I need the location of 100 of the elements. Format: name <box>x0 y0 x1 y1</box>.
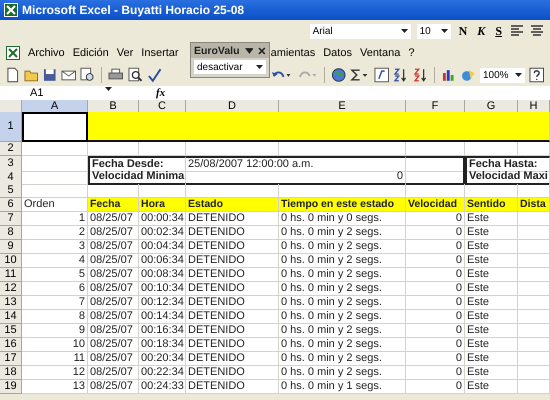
folder-icon[interactable] <box>24 68 39 82</box>
column-header[interactable]: E <box>279 100 406 113</box>
row-header[interactable]: 14 <box>0 310 22 324</box>
row-header[interactable]: 8 <box>0 226 22 240</box>
table-cell: 00:06:34 <box>139 254 186 268</box>
zoom-dropdown[interactable]: 100% <box>480 68 525 82</box>
table-cell: Este <box>465 254 518 268</box>
row-header[interactable]: 19 <box>0 380 22 394</box>
caret-down-icon <box>514 73 522 77</box>
filter-value: 25/08/2007 12:00:00 a.m. <box>188 158 314 170</box>
row-header[interactable]: 17 <box>0 352 22 366</box>
name-box[interactable]: A1 <box>0 87 116 99</box>
row-header[interactable]: 15 <box>0 324 22 338</box>
envelope-icon[interactable] <box>60 68 76 82</box>
format-button[interactable]: K <box>475 24 488 38</box>
table-cell: DETENIDO <box>186 254 279 268</box>
row-header[interactable]: 12 <box>0 282 22 296</box>
empty-cell <box>518 352 550 366</box>
empty-cell <box>518 254 550 268</box>
function-icon[interactable] <box>374 67 390 83</box>
table-cell: DETENIDO <box>186 212 279 226</box>
table-cell: 00:18:34 <box>139 338 186 352</box>
table-cell: Este <box>465 310 518 324</box>
menu-item[interactable]: Ventana <box>360 47 400 59</box>
column-header[interactable]: B <box>88 100 139 113</box>
spelling-check-icon[interactable] <box>147 67 163 83</box>
table-cell: 00:24:33 <box>139 380 186 394</box>
font-size-dropdown[interactable]: 10 <box>416 24 451 38</box>
bar-chart-icon[interactable] <box>441 68 456 82</box>
table-cell: 4 <box>22 254 88 268</box>
close-icon[interactable] <box>258 46 266 54</box>
table-cell: 10 <box>22 338 88 352</box>
table-cell: Este <box>465 324 518 338</box>
align-left-icon[interactable] <box>510 25 524 37</box>
column-header[interactable]: C <box>139 100 186 113</box>
table-cell: 08/25/07 <box>88 324 139 338</box>
format-button[interactable]: S <box>493 24 504 38</box>
table-cell: 2 <box>22 226 88 240</box>
row-header[interactable]: 18 <box>0 366 22 380</box>
dropdown-field[interactable]: desactivar <box>194 60 266 74</box>
globe-icon[interactable] <box>330 67 346 83</box>
print-preview-icon[interactable] <box>128 67 144 83</box>
menu-item[interactable]: ? <box>408 47 414 59</box>
sort-ascending-icon[interactable] <box>393 67 409 83</box>
format-button[interactable]: N <box>456 24 470 38</box>
table-cell: DETENIDO <box>186 366 279 380</box>
empty-cell <box>518 212 550 226</box>
row-header[interactable]: 4 <box>0 170 22 185</box>
sigma-icon[interactable] <box>350 68 370 82</box>
sort-descending-icon[interactable] <box>412 67 428 83</box>
magnifier-page-icon[interactable] <box>80 67 96 83</box>
menu-item[interactable]: Edición <box>72 47 109 59</box>
caret-down-icon[interactable] <box>244 48 254 54</box>
table-header-cell: Hora <box>139 198 186 212</box>
help-icon[interactable] <box>528 67 544 83</box>
align-center-icon[interactable] <box>530 25 544 37</box>
active-cell[interactable] <box>22 112 88 142</box>
menu-item[interactable]: Insertar <box>141 47 179 59</box>
table-cell: 9 <box>22 324 88 338</box>
menu-item[interactable]: amientas <box>270 47 316 59</box>
new-document-icon[interactable] <box>6 67 20 83</box>
row-header[interactable]: 6 <box>0 198 22 212</box>
column-header[interactable]: H <box>518 100 550 113</box>
filter-value: 0 <box>396 170 403 182</box>
font-dropdown[interactable]: Arial <box>310 24 411 38</box>
filter-label: Velocidad Maxi <box>469 170 548 182</box>
row-header[interactable]: 9 <box>0 240 22 254</box>
table-cell: Este <box>465 352 518 366</box>
table-cell: 0 <box>406 226 465 240</box>
row-header[interactable]: 5 <box>0 184 22 198</box>
table-cell: 08/25/07 <box>88 240 139 254</box>
column-header[interactable]: G <box>465 100 518 113</box>
menu-item[interactable]: Ver <box>116 47 134 59</box>
row-header[interactable]: 2 <box>0 142 22 156</box>
table-cell: 8 <box>22 310 88 324</box>
table-cell: 0 <box>406 254 465 268</box>
menu-item[interactable]: Archivo <box>28 47 65 59</box>
row-header[interactable]: 13 <box>0 296 22 310</box>
column-header[interactable]: A <box>22 100 88 113</box>
table-cell: 00:12:34 <box>139 296 186 310</box>
save-icon[interactable] <box>43 68 57 82</box>
table-cell: 00:10:34 <box>139 282 186 296</box>
menu-item[interactable]: Datos <box>323 47 352 59</box>
row-header[interactable]: 7 <box>0 212 22 226</box>
column-header[interactable]: F <box>406 100 465 113</box>
table-cell: DETENIDO <box>186 282 279 296</box>
row-header[interactable]: 16 <box>0 338 22 352</box>
filter-label: Fecha Hasta: <box>469 158 538 170</box>
table-header-cell: Tiempo en este estado <box>279 198 406 212</box>
table-cell: 00:22:34 <box>139 366 186 380</box>
column-header[interactable]: D <box>186 100 279 113</box>
table-cell: DETENIDO <box>186 268 279 282</box>
table-cell: 0 <box>406 296 465 310</box>
row-header[interactable]: 1 <box>0 112 22 142</box>
caret-down-icon <box>256 65 263 69</box>
empty-cell <box>465 142 518 156</box>
printer-icon[interactable] <box>108 68 124 82</box>
row-header[interactable]: 10 <box>0 254 22 268</box>
row-header[interactable]: 11 <box>0 268 22 282</box>
table-cell: 00:20:34 <box>139 352 186 366</box>
